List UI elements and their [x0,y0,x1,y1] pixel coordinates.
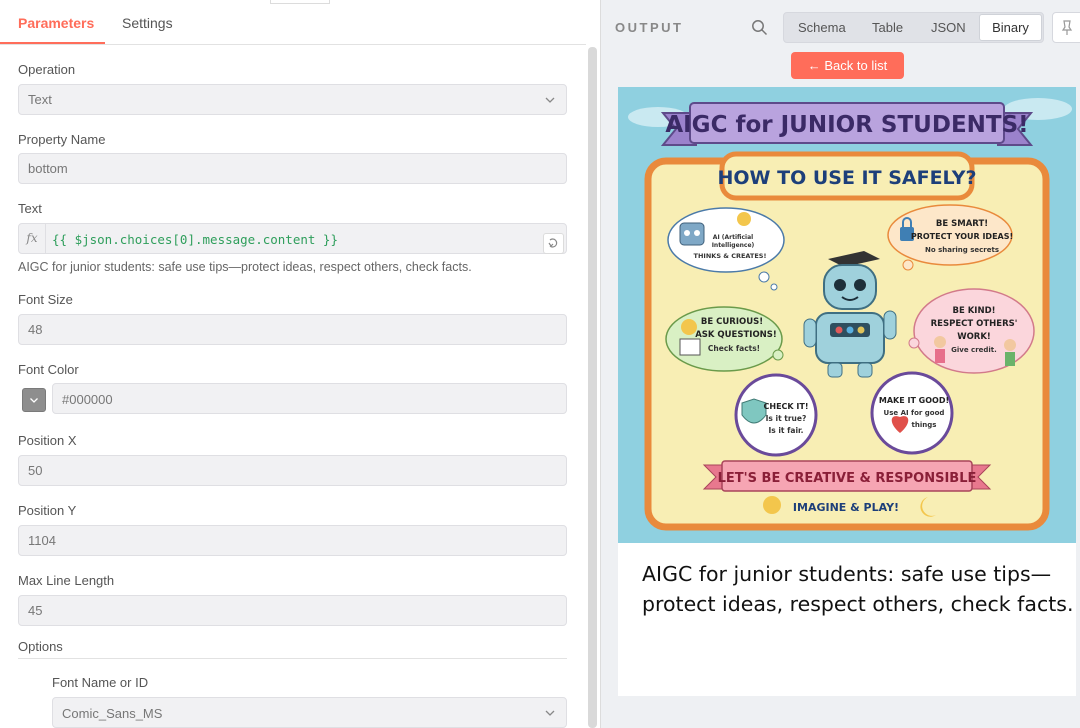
badge-make-it-good: MAKE IT GOOD! Use AI for good things [870,371,954,455]
position-x-label: Position X [18,433,77,448]
font-name-value: Comic_Sans_MS [62,706,163,721]
poster-ribbon: LET'S BE CREATIVE & RESPONSIBLE [718,471,977,486]
font-size-label: Font Size [18,292,73,307]
text-expression-input[interactable]: fx {{ $json.choices[0].message.content }… [18,223,567,254]
panel-scrollbar[interactable] [588,47,597,728]
svg-text:CHECK IT!: CHECK IT! [764,402,809,411]
view-tab-schema[interactable]: Schema [798,20,846,35]
svg-text:Is it fair.: Is it fair. [768,426,803,435]
text-label: Text [18,201,42,216]
svg-text:Give credit.: Give credit. [951,346,997,354]
output-view-tabs: Schema Table JSON Binary [783,12,1044,43]
bubble-be-curious: BE CURIOUS! ASK QUESTIONS! Check facts! [665,306,784,372]
expand-icon [548,238,558,248]
svg-text:ASK QUESTIONS!: ASK QUESTIONS! [695,330,777,340]
node-parameters-panel: Parameters Settings Operation Text Prope… [0,0,600,728]
chevron-down-icon [545,97,555,103]
svg-text:PROTECT YOUR IDEAS!: PROTECT YOUR IDEAS! [911,232,1013,241]
svg-text:Check facts!: Check facts! [708,344,760,353]
open-expression-editor-button[interactable] [543,233,564,254]
font-color-label: Font Color [18,362,79,377]
text-expression: {{ $json.choices[0].message.content }} [52,232,338,247]
view-tab-table[interactable]: Table [872,20,903,35]
position-y-label: Position Y [18,503,77,518]
svg-text:THINKS & CREATES!: THINKS & CREATES! [694,252,767,260]
font-color-value: #000000 [62,392,113,407]
svg-text:BE CURIOUS!: BE CURIOUS! [701,317,763,327]
property-name-input[interactable]: bottom [18,153,567,184]
panel-tabs: Parameters Settings [0,0,586,45]
operation-select[interactable]: Text [18,84,567,115]
position-x-input[interactable]: 50 [18,455,567,486]
font-size-input[interactable]: 48 [18,314,567,345]
svg-text:Intelligence): Intelligence) [712,242,755,249]
svg-text:No sharing secrets: No sharing secrets [925,246,999,254]
max-line-length-value: 45 [28,603,43,618]
max-line-length-input[interactable]: 45 [18,595,567,626]
color-picker-swatch[interactable] [22,388,46,412]
position-y-input[interactable]: 1104 [18,525,567,556]
badge-check-it: CHECK IT! Is it true? Is it fair. [734,373,818,457]
poster-subtitle: HOW TO USE IT SAFELY? [718,167,977,189]
chevron-down-icon [545,710,555,716]
chevron-down-icon [30,398,38,403]
back-to-list-button[interactable]: ← Back to list [791,52,904,79]
image-caption-area: AIGC for junior students: safe use tips—… [618,543,1076,696]
output-panel: OUTPUT Schema Table JSON Binary ← Back t… [600,0,1080,728]
svg-text:RESPECT OTHERS': RESPECT OTHERS' [931,319,1018,329]
svg-text:WORK!: WORK! [957,332,991,342]
output-title: OUTPUT [615,20,684,35]
operation-label: Operation [18,62,76,77]
pin-data-button[interactable] [1052,12,1080,43]
max-line-length-label: Max Line Length [18,573,115,588]
svg-text:Is it true?: Is it true? [766,414,807,423]
svg-text:BE SMART!: BE SMART! [936,219,988,229]
tab-parameters[interactable]: Parameters [18,15,94,31]
svg-text:AI (Artificial: AI (Artificial [713,234,753,241]
operation-value: Text [28,92,52,107]
rendered-caption: AIGC for junior students: safe use tips—… [642,562,1074,616]
position-y-value: 1104 [28,533,56,548]
pin-icon [1061,20,1073,35]
position-x-value: 50 [28,463,43,478]
font-size-value: 48 [28,322,43,337]
binary-image-preview: AIGC for JUNIOR STUDENTS! HOW TO USE IT … [618,87,1076,543]
view-tab-json[interactable]: JSON [931,20,966,35]
poster-footer: IMAGINE & PLAY! [793,501,899,514]
search-icon[interactable] [751,19,768,36]
options-divider [18,658,567,659]
font-name-select[interactable]: Comic_Sans_MS [52,697,567,728]
view-tab-binary[interactable]: Binary [979,14,1042,41]
font-color-input[interactable]: #000000 [52,383,567,414]
svg-text:Use AI for good: Use AI for good [884,409,945,417]
poster-illustration: AIGC for JUNIOR STUDENTS! HOW TO USE IT … [628,98,1072,531]
property-name-label: Property Name [18,132,106,147]
tab-settings[interactable]: Settings [122,15,173,31]
svg-text:BE KIND!: BE KIND! [952,306,995,316]
expression-preview: AIGC for junior students: safe use tips—… [18,260,472,274]
svg-text:things: things [912,421,937,429]
property-name-value: bottom [28,161,68,176]
active-tab-indicator [0,42,105,44]
fx-icon: fx [19,224,46,253]
options-label: Options [18,639,63,654]
font-name-label: Font Name or ID [52,675,149,690]
poster-title: AIGC for JUNIOR STUDENTS! [665,112,1028,138]
svg-text:MAKE IT GOOD!: MAKE IT GOOD! [879,396,949,405]
